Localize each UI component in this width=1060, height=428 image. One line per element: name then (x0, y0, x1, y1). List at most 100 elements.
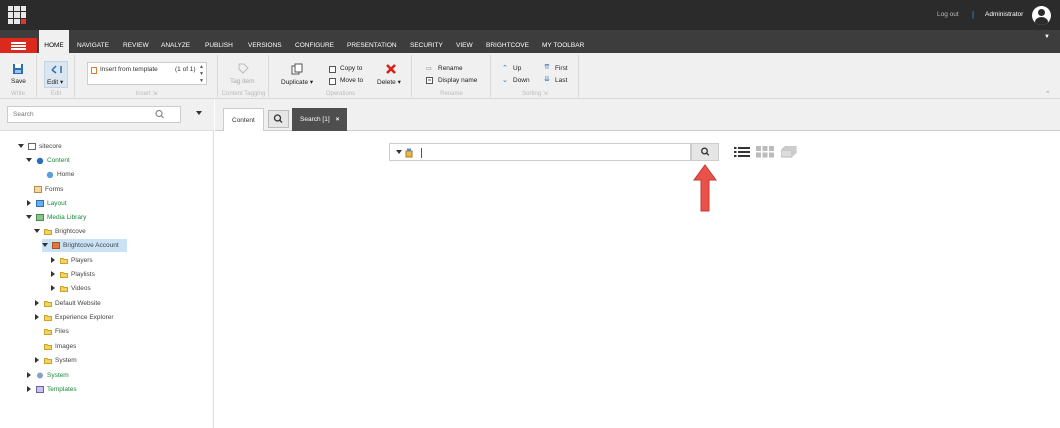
sitecore-logo[interactable] (8, 6, 26, 24)
expand-icon[interactable] (42, 243, 48, 247)
collapse-icon[interactable] (51, 285, 55, 291)
ribbon-collapse-icon[interactable]: ▼ (1044, 34, 1050, 40)
tree-search-bar (0, 99, 214, 131)
rename-icon: ▭ (426, 66, 432, 72)
folder-icon (44, 329, 52, 335)
tree-search-options-icon[interactable] (196, 111, 202, 115)
collapse-icon[interactable] (27, 372, 31, 378)
ribbon-expand-icon[interactable]: ⌃ (1045, 90, 1051, 98)
tree-node-media-system[interactable]: System (34, 354, 134, 367)
close-tab-icon[interactable]: × (336, 116, 340, 123)
tree-node-default-website[interactable]: Default Website (34, 297, 154, 310)
tree-node-layout[interactable]: Layout (26, 197, 146, 210)
sort-first-button[interactable]: First (555, 65, 568, 72)
up-icon: ⌃ (502, 65, 508, 72)
tab-navigate[interactable]: NAVIGATE (77, 30, 109, 53)
collapse-icon[interactable] (35, 300, 39, 306)
logout-link[interactable]: Log out (937, 11, 959, 18)
tree-node-label: Brightcove Account (63, 242, 119, 249)
detail-view-icon[interactable] (781, 146, 797, 158)
tag-item-button[interactable]: Tag item (230, 78, 255, 85)
list-view-icon[interactable] (734, 146, 751, 158)
search-scope-icon[interactable] (405, 148, 414, 158)
system-icon (37, 372, 43, 379)
tab-brightcove[interactable]: BRIGHTCOVE (486, 30, 529, 53)
insert-expand-icon[interactable]: ▼ (199, 78, 204, 84)
tree-node-experience-explorer[interactable]: Experience Explorer (34, 311, 164, 324)
tab-versions[interactable]: VERSIONS (248, 30, 282, 53)
tree-node-templates[interactable]: Templates (26, 383, 126, 396)
collapse-icon[interactable] (27, 200, 31, 206)
tab-presentation[interactable]: PRESENTATION (347, 30, 397, 53)
tab-analyze[interactable]: ANALYZE (161, 30, 190, 53)
user-separator: | (972, 10, 975, 19)
collapse-icon[interactable] (35, 314, 39, 320)
user-name[interactable]: Administrator (985, 11, 1023, 18)
duplicate-button[interactable]: Duplicate ▾ (281, 78, 313, 86)
tab-review[interactable]: REVIEW (123, 30, 149, 53)
collapse-icon[interactable] (51, 271, 55, 277)
expand-icon[interactable] (26, 158, 32, 162)
collapse-icon[interactable] (27, 386, 31, 392)
tree-node-home[interactable]: Home (36, 168, 156, 181)
tab-configure[interactable]: CONFIGURE (295, 30, 334, 53)
grid-view-icon[interactable] (756, 146, 775, 158)
tree-node-playlists[interactable]: Playlists (50, 268, 150, 281)
tag-icon (238, 63, 249, 74)
tab-content[interactable]: Content (223, 108, 264, 131)
new-search-tab-button[interactable] (268, 110, 289, 128)
tab-view[interactable]: VIEW (456, 30, 473, 53)
sort-last-button[interactable]: Last (555, 77, 567, 84)
insert-scroll-down-icon[interactable]: ▼ (199, 71, 204, 77)
tree-node-label: Default Website (55, 300, 101, 307)
hamburger-menu-button[interactable] (0, 38, 37, 53)
collapse-icon[interactable] (35, 357, 39, 363)
group-edit: Edit ▾ Edit (38, 55, 75, 97)
tree-node-content[interactable]: Content (26, 154, 146, 167)
copy-to-button[interactable]: Copy to (340, 65, 362, 72)
tree-node-label: System (47, 372, 69, 379)
save-button[interactable]: Save (11, 78, 26, 85)
last-icon: ⇊ (544, 76, 550, 83)
avatar[interactable] (1032, 6, 1051, 25)
tree-node-sitecore[interactable]: sitecore (18, 140, 138, 153)
folder-icon (44, 301, 52, 307)
move-to-button[interactable]: Move to (340, 77, 363, 84)
tree-node-images[interactable]: Images (34, 340, 134, 353)
tab-publish[interactable]: PUBLISH (205, 30, 233, 53)
insert-options-list[interactable]: Insert from template (1 of 1) ▲ ▼ ▼ (87, 62, 207, 85)
insert-from-template-item[interactable]: Insert from template (100, 66, 158, 73)
tree-node-brightcove[interactable]: Brightcove (34, 225, 154, 238)
collapse-icon[interactable] (51, 257, 55, 263)
tree-node-files[interactable]: Files (34, 325, 134, 338)
tree-node-system[interactable]: System (26, 369, 126, 382)
display-name-icon (426, 77, 433, 84)
tree-node-players[interactable]: Players (50, 254, 150, 267)
expand-icon[interactable] (18, 144, 24, 148)
tree-search-icon[interactable] (150, 107, 170, 122)
expand-icon[interactable] (34, 229, 40, 233)
search-options-dropdown-icon[interactable] (396, 150, 402, 154)
sort-up-button[interactable]: Up (513, 65, 521, 72)
edit-button[interactable]: Edit ▾ (47, 78, 63, 86)
tab-my-toolbar[interactable]: MY TOOLBAR (542, 30, 584, 53)
tab-security[interactable]: SECURITY (410, 30, 443, 53)
expand-icon[interactable] (26, 215, 32, 219)
tree-node-forms[interactable]: Forms (24, 183, 144, 196)
group-content-tagging: Tag item Content Tagging (219, 55, 269, 97)
tree-node-videos[interactable]: Videos (50, 282, 150, 295)
display-name-button[interactable]: Display name (438, 77, 477, 84)
save-icon (13, 64, 23, 74)
tab-home[interactable]: HOME (39, 30, 69, 53)
tree-node-brightcove-account[interactable]: Brightcove Account (42, 239, 127, 252)
delete-button[interactable]: Delete ▾ (377, 78, 401, 86)
tree-node-media-library[interactable]: Media Library (26, 211, 146, 224)
duplicate-icon (291, 63, 303, 75)
sort-down-button[interactable]: Down (513, 77, 530, 84)
rename-button[interactable]: Rename (438, 65, 463, 72)
search-text-input[interactable] (421, 148, 422, 158)
search-button[interactable] (691, 143, 719, 161)
tab-search-results[interactable]: Search [1] × (292, 108, 348, 131)
group-label-insert: Insert ⇲ (135, 91, 158, 97)
insert-scroll-up-icon[interactable]: ▲ (199, 64, 204, 70)
